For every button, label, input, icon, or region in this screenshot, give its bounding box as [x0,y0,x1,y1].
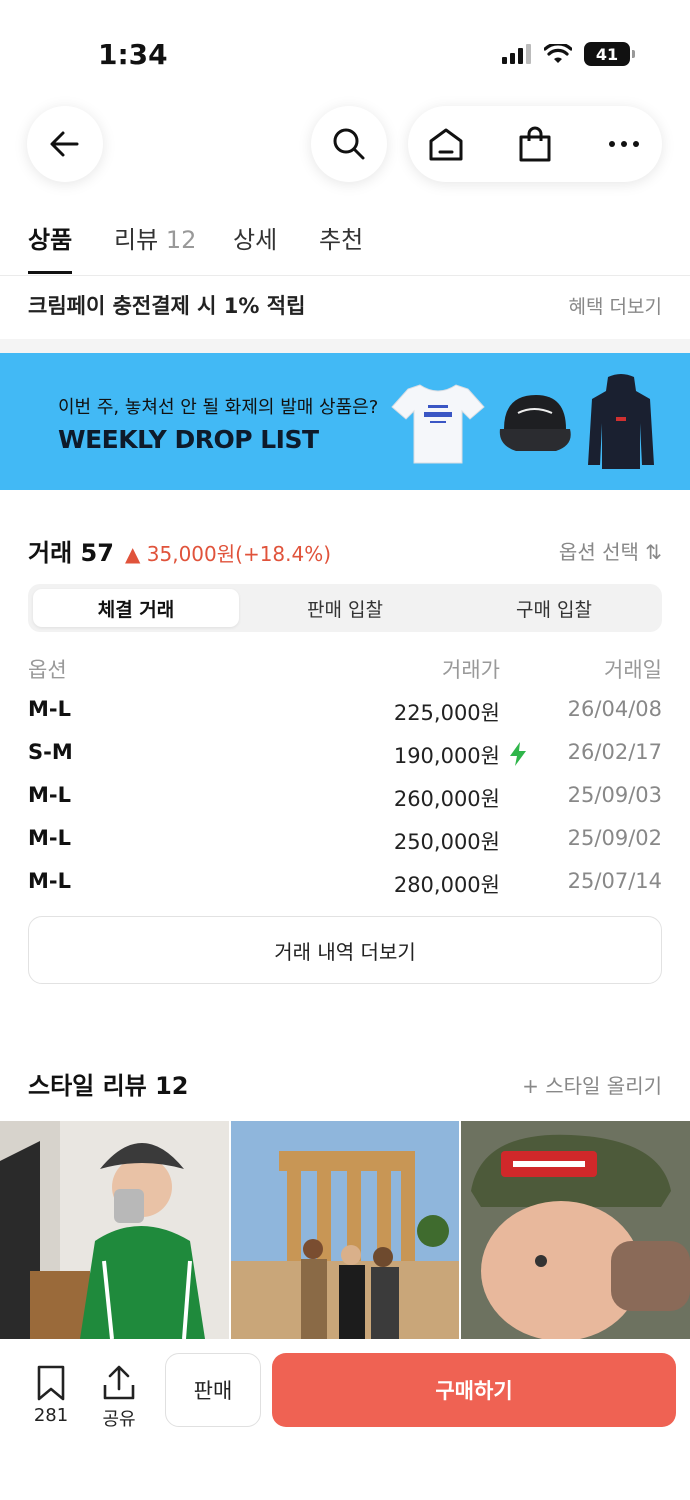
buy-button[interactable]: 구매하기 [272,1353,676,1427]
tab-recommend[interactable]: 추천 [319,220,363,255]
style-photo-row [0,1121,690,1339]
style-review-header: 스타일 리뷰 12 + 스타일 올리기 [28,1066,662,1100]
active-tab-indicator [28,271,72,274]
tab-label: 추천 [319,226,364,254]
column-date: 거래일 [604,658,662,682]
row-option: M-L [28,869,71,893]
tab-review[interactable]: 리뷰 12 [114,220,196,255]
price-change: ▲ 35,000원(+18.4%) [125,542,332,566]
kream-pay-promo[interactable]: 크림페이 충전결제 시 1% 적립 혜택 더보기 [0,277,690,339]
style-photo[interactable] [461,1121,690,1339]
row-date: 25/09/03 [567,783,662,807]
product-tabs: 상품 리뷰 12 상세 추천 [0,218,690,276]
shopping-bag-icon [519,126,551,162]
row-option: M-L [28,697,71,721]
wifi-icon [544,44,572,63]
option-select[interactable]: 옵션 선택 ⇅ [559,536,662,565]
tab-label: 상세 [233,226,278,254]
more-button[interactable] [604,124,644,164]
table-row: M-L 225,000원 26/04/08 [28,697,662,727]
segment-executed[interactable]: 체결 거래 [33,589,239,627]
status-icons: 41 [502,42,635,66]
table-row: S-M 190,000원 26/02/17 [28,740,662,770]
style-photo-image [230,1121,460,1339]
weekly-drop-banner[interactable]: 이번 주, 놓쳐선 안 될 화제의 발매 상품은? WEEKLY DROP LI… [0,353,690,490]
row-option: M-L [28,783,71,807]
upload-style-button[interactable]: + 스타일 올리기 [522,1070,662,1099]
style-review-title: 스타일 리뷰 12 [28,1072,189,1100]
tab-detail[interactable]: 상세 [233,220,277,255]
cap-image [499,395,571,451]
lightning-icon [510,742,526,766]
row-price: 260,000원 [393,787,500,811]
top-navigation [0,106,690,182]
signal-icon [502,44,531,64]
share-label: 공유 [102,1409,136,1430]
segment-buy-bids[interactable]: 구매 입찰 [451,589,657,627]
style-photo[interactable] [230,1121,460,1339]
share-button[interactable]: 공유 [89,1365,149,1431]
tshirt-image [391,384,485,464]
segment-sell-bids[interactable]: 판매 입찰 [242,589,448,627]
table-row: M-L 280,000원 25/07/14 [28,869,662,899]
cart-button[interactable] [515,124,555,164]
trade-segment-control: 체결 거래 판매 입찰 구매 입찰 [28,584,662,632]
more-icon [609,141,639,147]
section-divider [0,339,690,353]
style-photo[interactable] [0,1121,229,1339]
sell-button[interactable]: 판매 [165,1353,261,1427]
more-trades-button[interactable]: 거래 내역 더보기 [28,916,662,984]
row-date: 25/07/14 [567,869,662,893]
row-price: 280,000원 [393,873,500,897]
column-option: 옵션 [28,658,67,682]
table-row: M-L 250,000원 25/09/02 [28,826,662,856]
bookmark-button[interactable]: 281 [21,1365,81,1426]
home-icon [429,128,463,161]
row-price: 225,000원 [393,701,500,725]
bookmark-count: 281 [33,1405,69,1426]
table-row: M-L 260,000원 25/09/03 [28,783,662,813]
status-time: 1:34 [98,38,168,71]
tab-label: 리뷰 [114,226,159,254]
share-icon [103,1365,135,1400]
style-photo-image [461,1121,690,1339]
row-price: 250,000원 [393,830,500,854]
battery-indicator: 41 [584,42,635,66]
trade-header: 거래 57 ▲ 35,000원(+18.4%) 옵션 선택 ⇅ [28,533,662,567]
search-button[interactable] [311,106,387,182]
tab-product[interactable]: 상품 [28,220,72,255]
bookmark-icon [37,1365,65,1401]
banner-subtitle: 이번 주, 놓쳐선 안 될 화제의 발매 상품은? [58,397,379,418]
row-option: M-L [28,826,71,850]
bottom-action-bar: 281 공유 판매 구매하기 [0,1339,690,1500]
row-date: 26/02/17 [567,740,662,764]
trade-title: 거래 57 [28,539,114,567]
row-option: S-M [28,740,73,764]
row-date: 25/09/02 [567,826,662,850]
banner-title: WEEKLY DROP LIST [58,425,319,454]
home-button[interactable] [426,124,466,164]
style-photo-image [0,1121,229,1339]
row-date: 26/04/08 [567,697,662,721]
hoodie-image [588,374,654,469]
column-price: 거래가 [442,658,500,682]
promo-text: 크림페이 충전결제 시 1% 적립 [28,294,306,318]
search-icon [333,128,365,160]
tab-count: 12 [165,226,197,254]
row-price: 190,000원 [393,744,500,768]
trade-table-header: 옵션 거래가 거래일 [28,654,662,684]
nav-action-group [408,106,662,182]
status-bar: 1:34 41 [0,0,690,100]
promo-link[interactable]: 혜택 더보기 [569,292,662,319]
back-arrow-icon [50,131,79,157]
back-button[interactable] [27,106,103,182]
tab-label: 상품 [28,226,73,254]
